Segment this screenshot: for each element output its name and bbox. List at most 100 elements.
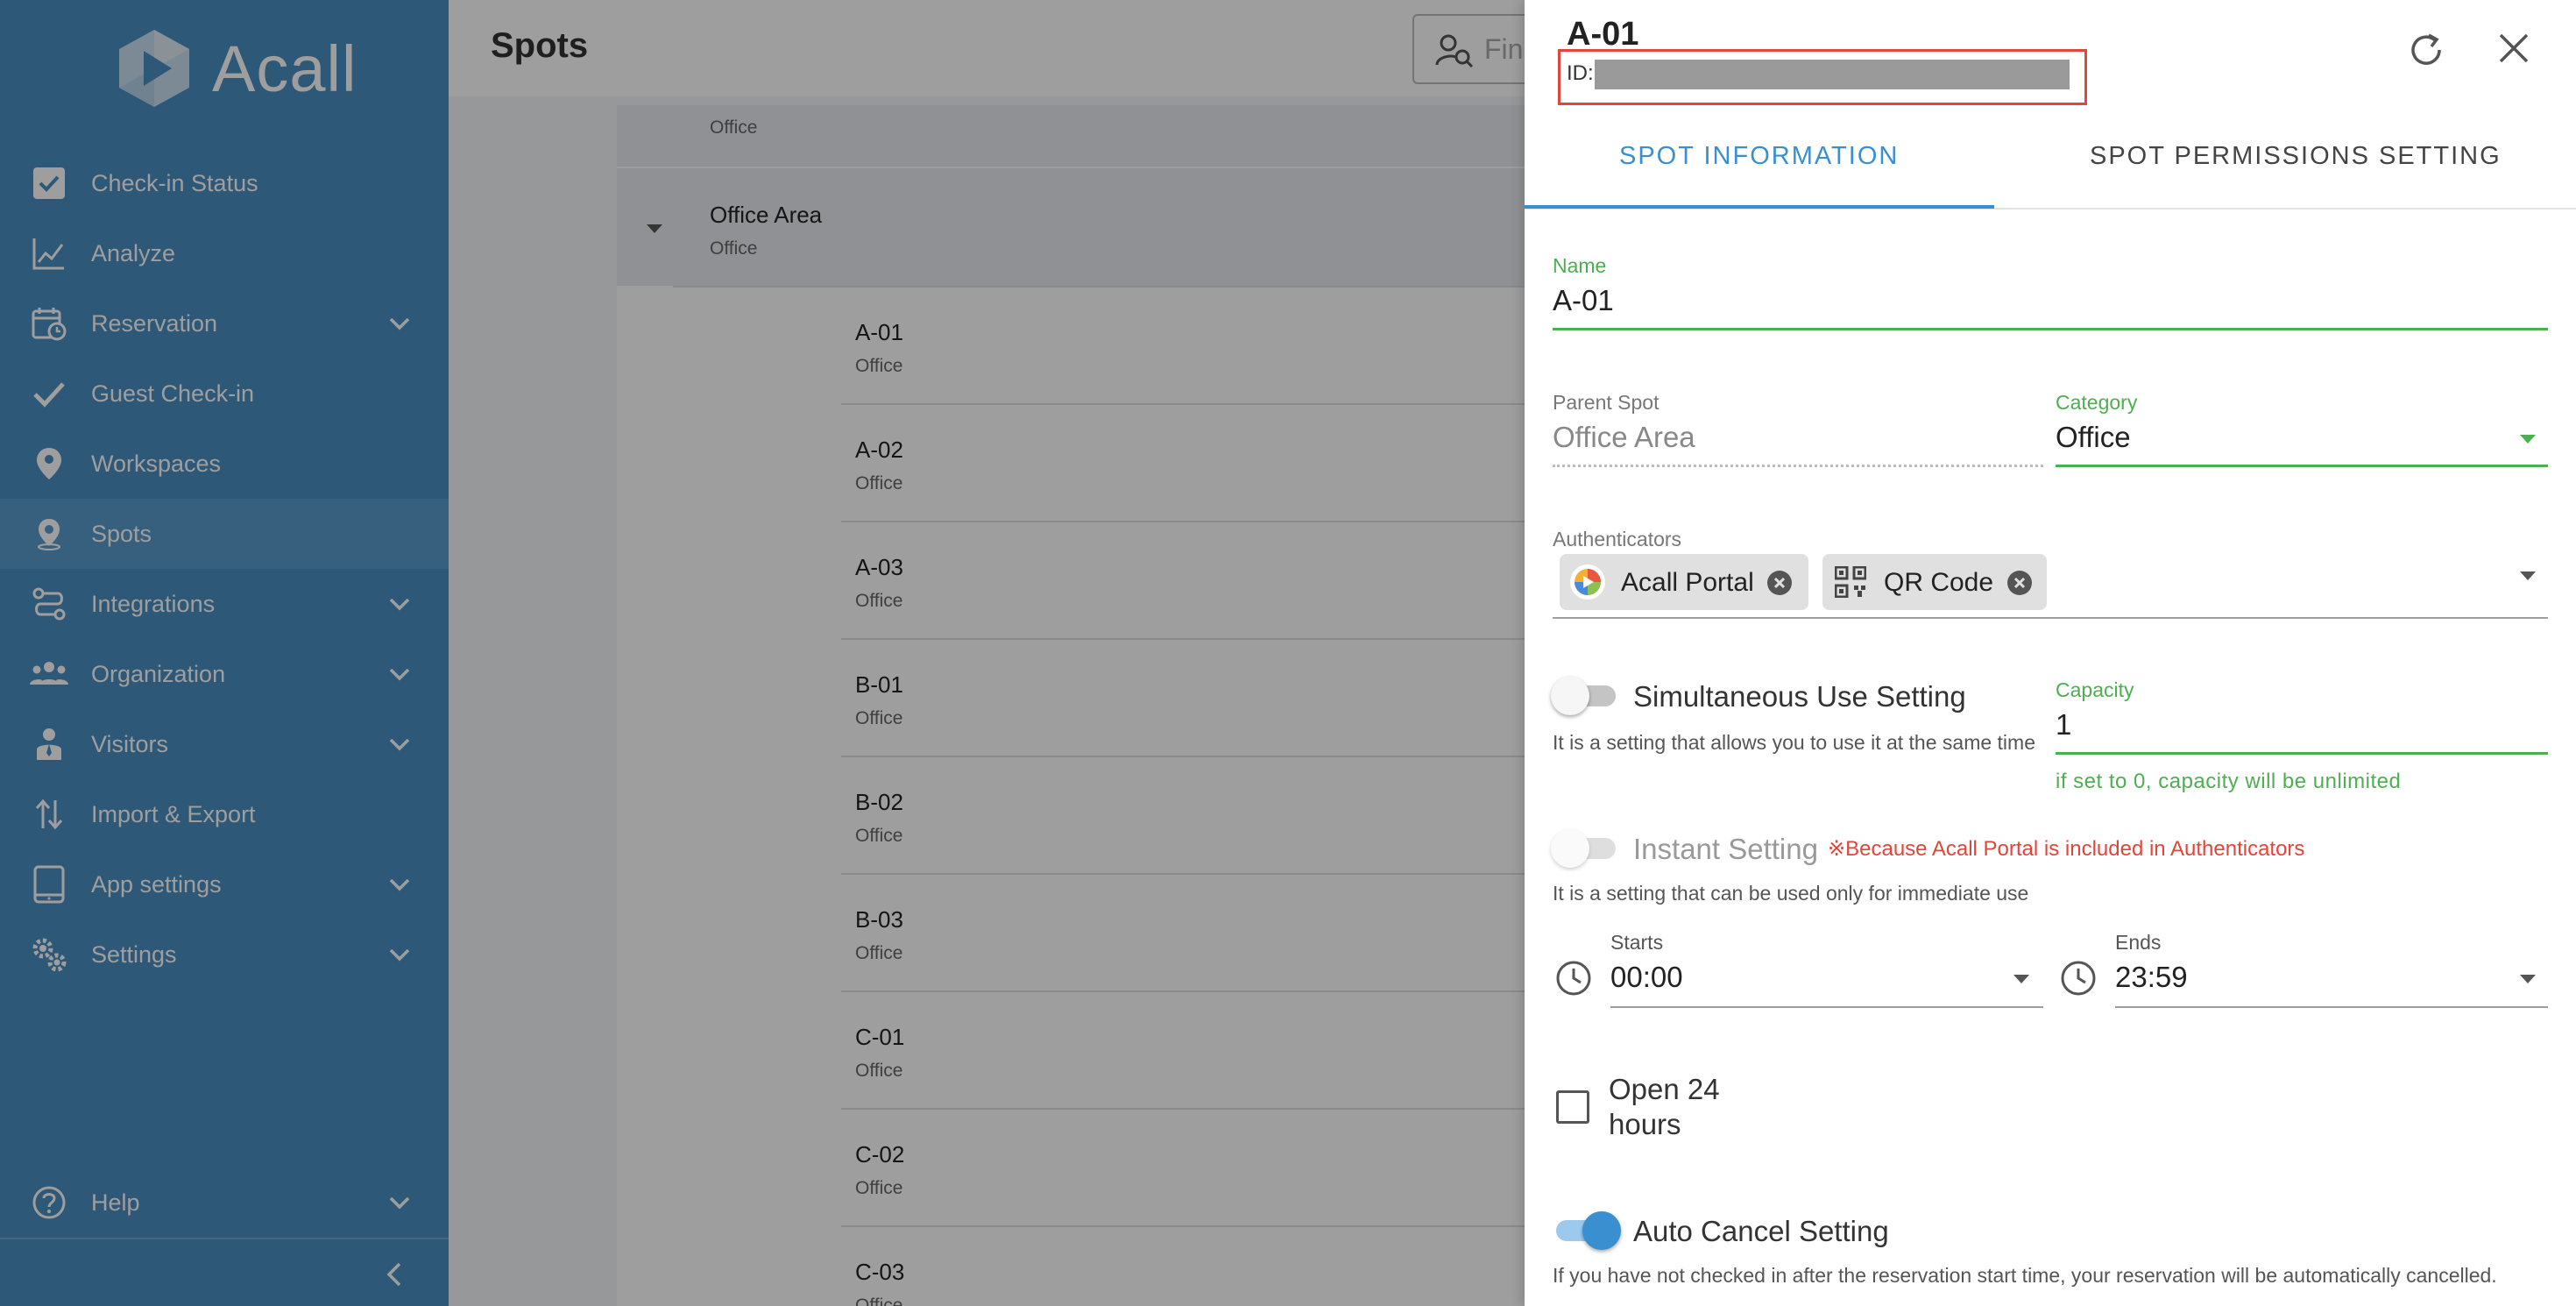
caret-down-icon[interactable] xyxy=(2518,433,2537,445)
starts-label: Starts xyxy=(1610,931,1664,954)
sidebar-item-label: Spots xyxy=(91,520,152,547)
spot-detail-drawer: A-01 ID: SPOT INFORMATION SPOT PERMISSIO… xyxy=(1525,0,2576,1306)
tree-row-a-01[interactable]: A-01 Office xyxy=(617,286,1525,403)
tree-row-c-02[interactable]: C-02 Office xyxy=(617,1108,1525,1225)
sidebar-item-analyze[interactable]: Analyze xyxy=(0,218,449,288)
collapse-sidebar-icon[interactable] xyxy=(379,1257,410,1292)
people-icon xyxy=(30,655,68,693)
sidebar-item-label: Workspaces xyxy=(91,450,222,477)
sidebar-item-app-settings[interactable]: App settings xyxy=(0,849,449,919)
tree-row-partial[interactable]: Office xyxy=(617,105,1525,167)
parent-spot-underline xyxy=(1553,465,2043,467)
sidebar-item-label: Analyze xyxy=(91,239,176,266)
tab-spot-information[interactable]: SPOT INFORMATION xyxy=(1619,142,1899,171)
category-label: Category xyxy=(2056,391,2138,414)
row-category: Office xyxy=(855,1061,903,1081)
sidebar-item-visitors[interactable]: Visitors xyxy=(0,709,449,779)
ends-underline xyxy=(2115,1006,2548,1008)
tree-row-b-01[interactable]: B-01 Office xyxy=(617,638,1525,756)
simultaneous-use-toggle[interactable] xyxy=(1551,677,1621,715)
instant-setting-title: Instant Setting xyxy=(1633,833,1818,865)
calendar-clock-icon xyxy=(30,304,68,343)
ends-select[interactable]: 23:59 xyxy=(2115,961,2188,994)
check-square-icon xyxy=(30,164,68,202)
capacity-label: Capacity xyxy=(2056,678,2134,701)
drawer-title: A-01 xyxy=(1567,16,1639,53)
close-icon[interactable] xyxy=(2495,30,2532,67)
authenticators-underline xyxy=(1553,617,2548,619)
page-title: Spots xyxy=(491,26,589,65)
row-category: Office xyxy=(855,826,903,846)
sidebar-item-guest-check-in[interactable]: Guest Check-in xyxy=(0,358,449,429)
tree-row-b-03[interactable]: B-03 Office xyxy=(617,873,1525,990)
caret-down-icon[interactable] xyxy=(2012,973,2031,985)
row-name: A-02 xyxy=(855,437,903,463)
tablet-icon xyxy=(30,865,68,904)
clock-icon xyxy=(2061,961,2096,996)
sidebar-item-label: Help xyxy=(91,1189,140,1216)
sidebar-item-label: Visitors xyxy=(91,730,169,757)
row-name: B-03 xyxy=(855,906,903,933)
acall-logo-icon xyxy=(119,30,189,107)
tree-group-office-area[interactable]: Office Area Office xyxy=(617,168,1525,286)
sidebar-item-label: Reservation xyxy=(91,309,218,337)
caret-down-icon[interactable] xyxy=(2518,570,2537,582)
logo-text: Acall xyxy=(212,32,357,105)
integrations-icon xyxy=(30,585,68,623)
open-24-label-line2: hours xyxy=(1609,1108,1681,1140)
row-name: B-01 xyxy=(855,671,903,698)
chip-qr-code[interactable]: QR Code xyxy=(1822,554,2047,610)
sidebar-item-help[interactable]: Help xyxy=(0,1168,449,1238)
remove-chip-icon[interactable] xyxy=(1766,570,1793,596)
import-export-icon xyxy=(30,795,68,834)
chip-acall-portal[interactable]: Acall Portal xyxy=(1560,554,1808,610)
caret-down-icon[interactable] xyxy=(2518,973,2537,985)
starts-select[interactable]: 00:00 xyxy=(1610,961,1683,994)
tree-row-a-02[interactable]: A-02 Office xyxy=(617,403,1525,521)
group-name: Office Area xyxy=(710,202,823,228)
gears-icon xyxy=(30,935,68,974)
acall-logo[interactable]: Acall xyxy=(114,26,357,110)
simultaneous-use-title: Simultaneous Use Setting xyxy=(1633,680,1966,713)
sidebar-item-check-in-status[interactable]: Check-in Status xyxy=(0,148,449,218)
parent-spot-label: Parent Spot xyxy=(1553,391,1660,414)
sidebar-item-organization[interactable]: Organization xyxy=(0,639,449,709)
search-placeholder: Fin xyxy=(1484,33,1524,65)
tree-row-a-03[interactable]: A-03 Office xyxy=(617,521,1525,638)
sidebar-item-settings[interactable]: Settings xyxy=(0,919,449,990)
sidebar-item-integrations[interactable]: Integrations xyxy=(0,569,449,639)
id-value-redacted xyxy=(1595,60,2070,89)
row-category: Office xyxy=(855,708,903,728)
row-category: Office xyxy=(855,473,903,493)
help-circle-icon xyxy=(30,1183,68,1222)
caret-down-icon[interactable] xyxy=(645,223,664,235)
sidebar-item-import-export[interactable]: Import & Export xyxy=(0,779,449,849)
category-select[interactable]: Office xyxy=(2056,421,2131,454)
tree-row-b-02[interactable]: B-02 Office xyxy=(617,756,1525,873)
auto-cancel-toggle[interactable] xyxy=(1551,1211,1621,1250)
sidebar-item-workspaces[interactable]: Workspaces xyxy=(0,429,449,499)
map-pin-outline-icon xyxy=(30,515,68,553)
capacity-field[interactable]: 1 xyxy=(2056,708,2071,742)
tree-row-c-01[interactable]: C-01 Office xyxy=(617,990,1525,1108)
chevron-down-icon xyxy=(389,668,410,681)
tab-spot-permissions[interactable]: SPOT PERMISSIONS SETTING xyxy=(2090,142,2502,171)
chip-label: Acall Portal xyxy=(1621,568,1754,597)
sidebar-item-reservation[interactable]: Reservation xyxy=(0,288,449,358)
row-name: C-02 xyxy=(855,1141,905,1168)
simultaneous-use-desc: It is a setting that allows you to use i… xyxy=(1553,731,2035,754)
chart-line-icon xyxy=(30,234,68,273)
sidebar-item-spots[interactable]: Spots xyxy=(0,499,449,569)
row-category: Office xyxy=(855,1178,903,1198)
refresh-icon[interactable] xyxy=(2406,30,2446,70)
name-field[interactable]: A-01 xyxy=(1553,284,1614,317)
sidebar-divider xyxy=(0,1238,449,1239)
instant-setting-toggle[interactable] xyxy=(1551,829,1621,868)
main-content: Spots Fin Office Office Area Office A-01… xyxy=(449,0,1588,1306)
row-name: B-02 xyxy=(855,789,903,815)
open-24-hours-checkbox[interactable] xyxy=(1556,1090,1589,1124)
visitor-icon xyxy=(30,725,68,763)
remove-chip-icon[interactable] xyxy=(2006,570,2033,596)
auto-cancel-title: Auto Cancel Setting xyxy=(1633,1215,1889,1247)
tree-row-c-03[interactable]: C-03 Office xyxy=(617,1225,1525,1306)
